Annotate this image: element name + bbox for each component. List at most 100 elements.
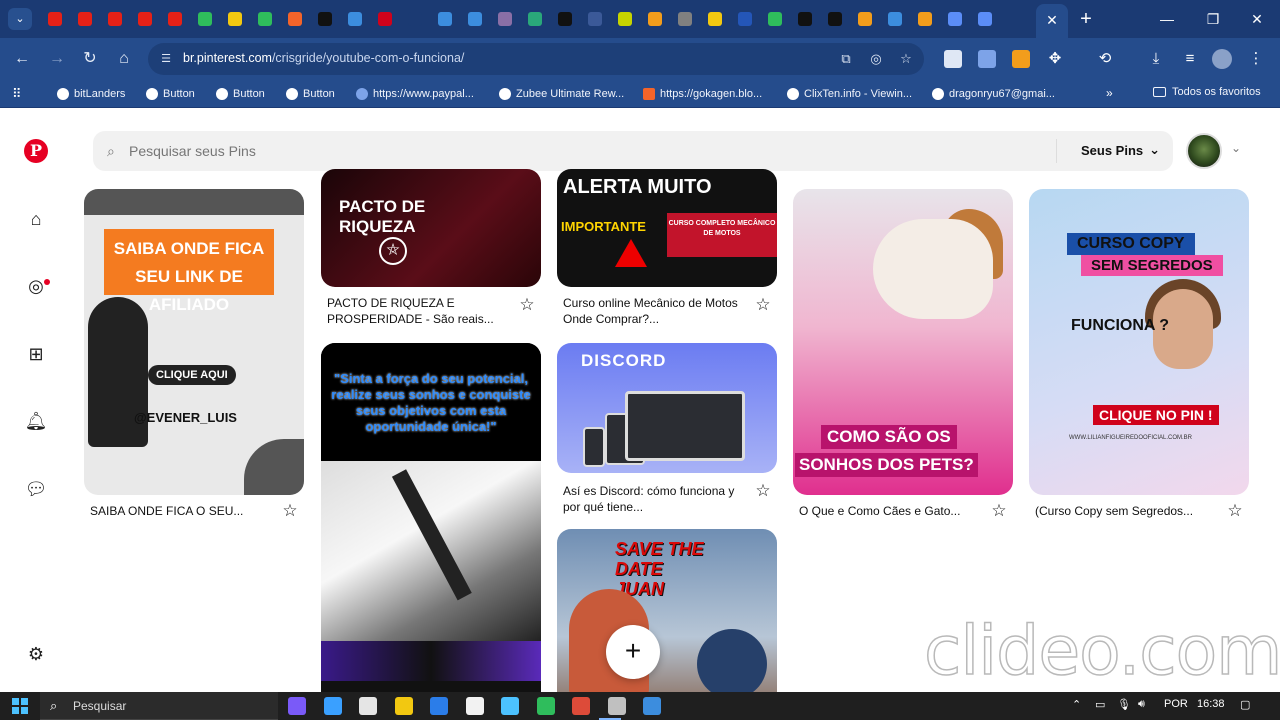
active-tab-close-icon[interactable]: ✕: [1036, 4, 1068, 38]
taskbar-app-icon[interactable]: [359, 697, 377, 715]
language-indicator[interactable]: POR: [1164, 698, 1188, 710]
notifications-bell-icon[interactable]: 🔔︎: [22, 407, 50, 435]
tracking-protection-icon[interactable]: ◎: [866, 50, 886, 68]
pin-image[interactable]: CURSO COPY SEM SEGREDOS FUNCIONA ? CLIQU…: [1029, 189, 1249, 495]
tab-favicon-icon[interactable]: [340, 0, 370, 38]
bookmark-gmail[interactable]: dragonryu67@gmai...: [932, 86, 1055, 102]
star-icon[interactable]: ☆: [753, 481, 773, 501]
browser-menu-icon[interactable]: ⋮: [1244, 48, 1268, 70]
tab-favicon-icon[interactable]: [940, 0, 970, 38]
pin-image[interactable]: SAVE THE DATE JUAN: [557, 529, 777, 692]
pin-image[interactable]: COMO SÃO OS SONHOS DOS PETS?: [793, 189, 1013, 495]
tab-favicon-icon[interactable]: [670, 0, 700, 38]
tab-favicon-icon[interactable]: [730, 0, 760, 38]
minimize-button[interactable]: —: [1144, 0, 1190, 38]
bookmark-star-icon[interactable]: ☆: [896, 50, 916, 68]
bookmark-button-1[interactable]: Button: [146, 86, 195, 102]
install-app-icon[interactable]: ⧉: [836, 50, 856, 68]
volume-icon[interactable]: 🔊︎: [1138, 698, 1145, 711]
star-icon[interactable]: ☆: [1225, 501, 1245, 521]
tab-favicon-icon[interactable]: [430, 0, 460, 38]
apps-grid-icon[interactable]: ⠿: [12, 86, 28, 102]
pin-title[interactable]: PACTO DE RIQUEZA E PROSPERIDADE - São re…: [327, 295, 507, 327]
back-arrow-icon[interactable]: ←: [9, 47, 35, 71]
taskbar-app-icon[interactable]: [288, 697, 306, 715]
forward-arrow-icon[interactable]: →: [44, 47, 70, 71]
tab-favicon-icon[interactable]: [700, 0, 730, 38]
pin-image[interactable]: "Sinta a força do seu potencial, realize…: [321, 343, 541, 692]
star-icon[interactable]: ☆: [517, 295, 537, 315]
tab-favicon-icon[interactable]: [100, 0, 130, 38]
star-icon[interactable]: ☆: [989, 501, 1009, 521]
url-text[interactable]: br.pinterest.com/crisgride/youtube-com-o…: [183, 51, 464, 65]
tab-favicon-icon[interactable]: [490, 0, 520, 38]
tab-favicon-icon[interactable]: [580, 0, 610, 38]
tab-favicon-icon[interactable]: [640, 0, 670, 38]
taskbar-app-icon[interactable]: [536, 697, 555, 715]
bookmark-zubee[interactable]: Zubee Ultimate Rew...: [499, 86, 624, 102]
network-icon[interactable]: ▭: [1095, 698, 1105, 711]
user-avatar[interactable]: [1186, 133, 1222, 169]
tab-favicon-icon[interactable]: [910, 0, 940, 38]
taskbar-app-icon[interactable]: [323, 697, 342, 715]
bookmark-clixten[interactable]: ClixTen.info - Viewin...: [787, 86, 912, 102]
taskbar-search[interactable]: ⌕ Pesquisar: [40, 692, 278, 720]
bookmark-gokagen[interactable]: https://gokagen.blo...: [643, 86, 762, 102]
pin-image[interactable]: DISCORD: [557, 343, 777, 473]
tab-favicon-icon[interactable]: [850, 0, 880, 38]
home-icon[interactable]: ⌂: [22, 205, 50, 233]
pin-image[interactable]: ALERTA MUITO IMPORTANTE CURSO COMPLETO M…: [557, 169, 777, 287]
pin-image[interactable]: PACTO DE RIQUEZA ⛤: [321, 169, 541, 287]
address-bar[interactable]: ☰ br.pinterest.com/crisgride/youtube-com…: [148, 43, 924, 75]
site-info-icon[interactable]: ☰: [158, 51, 174, 67]
close-window-button[interactable]: ✕: [1234, 0, 1280, 38]
pin-title[interactable]: Curso online Mecânico de Motos Onde Comp…: [563, 295, 743, 327]
tab-favicon-icon[interactable]: [460, 0, 490, 38]
tab-favicon-icon[interactable]: [820, 0, 850, 38]
bookmark-paypal[interactable]: https://www.paypal...: [356, 86, 474, 102]
translate-extension-icon[interactable]: [978, 50, 996, 68]
tray-chevron-icon[interactable]: ⌃: [1072, 698, 1081, 711]
downloads-icon[interactable]: ⤓: [1144, 48, 1168, 70]
extension-icon[interactable]: [1012, 50, 1030, 68]
search-bar[interactable]: ⌕ Seus Pins⌄: [93, 131, 1173, 171]
taskbar-app-icon[interactable]: [430, 697, 448, 715]
tab-favicon-icon[interactable]: [310, 0, 340, 38]
star-icon[interactable]: ☆: [753, 295, 773, 315]
tab-favicon-icon[interactable]: [550, 0, 580, 38]
bookmark-button-2[interactable]: Button: [216, 86, 265, 102]
notifications-icon[interactable]: ▢: [1240, 698, 1250, 711]
taskbar-app-icon[interactable]: [572, 697, 590, 715]
tab-favicon-icon[interactable]: [970, 0, 1000, 38]
account-chevron-down-icon[interactable]: ⌄: [1231, 141, 1241, 155]
search-input[interactable]: [129, 139, 1029, 163]
tab-favicon-icon[interactable]: [400, 0, 430, 38]
taskbar-app-icon[interactable]: [465, 697, 484, 715]
tab-favicon-icon[interactable]: [70, 0, 100, 38]
tab-favicon-icon[interactable]: [610, 0, 640, 38]
tab-favicon-icon[interactable]: [280, 0, 310, 38]
explore-compass-icon[interactable]: ◎: [22, 272, 50, 300]
tab-favicon-icon[interactable]: [520, 0, 550, 38]
tab-favicon-icon[interactable]: [130, 0, 160, 38]
taskbar-app-icon[interactable]: [607, 697, 626, 715]
windows-start-icon[interactable]: [12, 698, 28, 714]
taskbar-app-icon[interactable]: [394, 697, 413, 715]
tab-favicon-icon[interactable]: [250, 0, 280, 38]
pin-title[interactable]: SAIBA ONDE FICA O SEU...: [90, 503, 270, 519]
bookmark-bitlanders[interactable]: bitLanders: [57, 86, 125, 102]
create-plus-icon[interactable]: ⊞: [22, 340, 50, 368]
history-icon[interactable]: ⟲: [1093, 48, 1117, 70]
clock[interactable]: 16:38: [1197, 698, 1225, 710]
extension-icon[interactable]: [944, 50, 962, 68]
reload-icon[interactable]: ↻: [77, 47, 103, 71]
more-bookmarks-chevron-icon[interactable]: »: [1106, 86, 1113, 100]
tab-favicon-icon[interactable]: [190, 0, 220, 38]
messages-chat-icon[interactable]: 💬︎: [22, 475, 50, 503]
profile-avatar-icon[interactable]: [1212, 49, 1232, 69]
tab-favicon-icon[interactable]: [370, 0, 400, 38]
seus-pins-dropdown[interactable]: Seus Pins ⌄: [1081, 142, 1160, 158]
pin-image[interactable]: SAIBA ONDE FICA SEU LINK DE AFILIADO CLI…: [84, 189, 304, 495]
microphone-icon[interactable]: 🎙︎: [1117, 698, 1131, 711]
extensions-puzzle-icon[interactable]: ✥: [1043, 48, 1067, 70]
